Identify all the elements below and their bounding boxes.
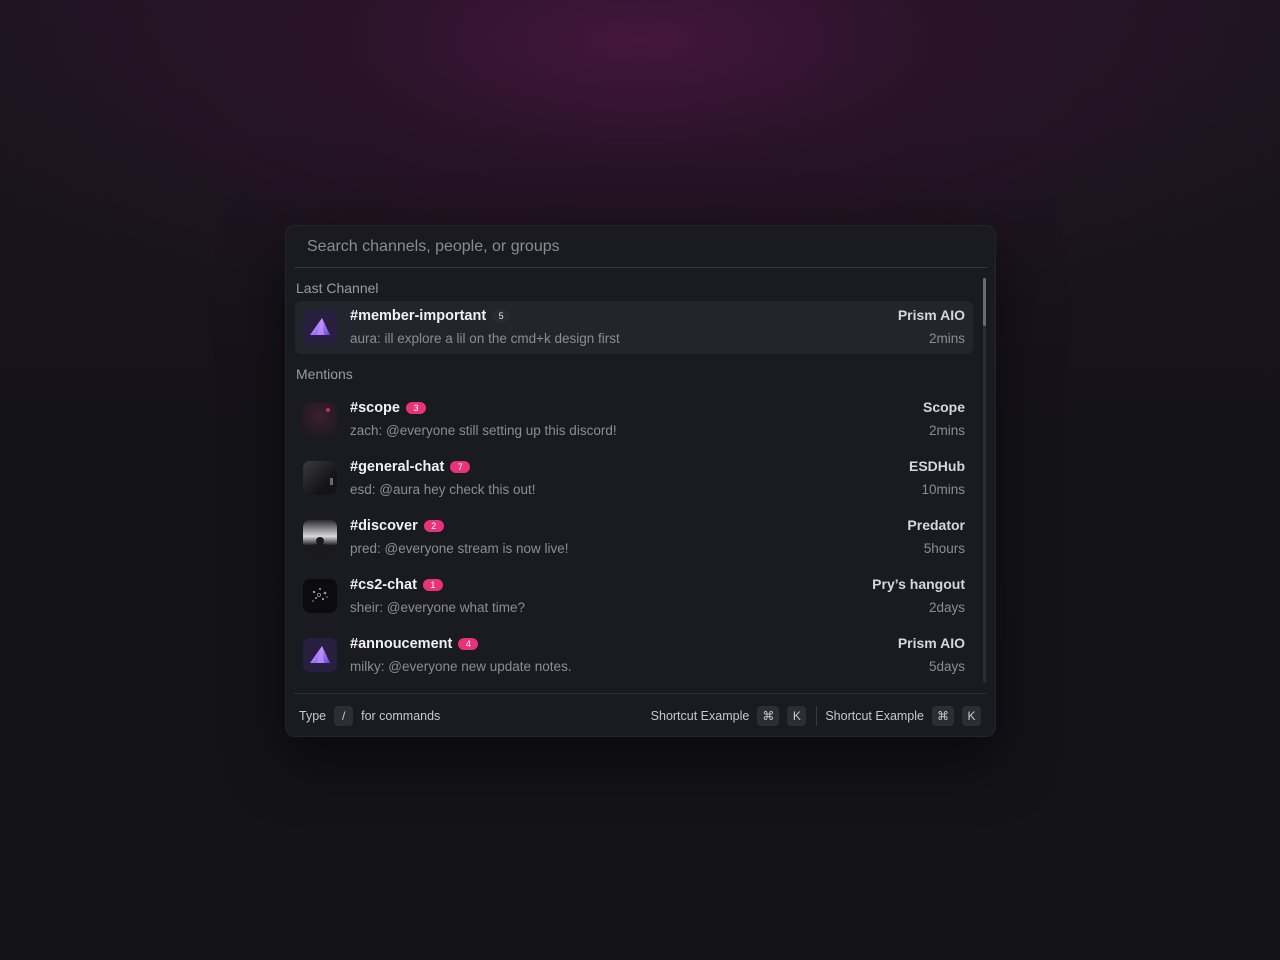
message-preview: aura: ill explore a lil on the cmd+k des… (350, 331, 620, 346)
channel-title: #discover 2 (350, 517, 444, 535)
k-key: K (962, 705, 981, 726)
server-name: Prism AIO (897, 635, 965, 651)
timestamp: 10mins (921, 482, 965, 497)
section-label-mentions: Mentions (296, 366, 353, 382)
search-bar (294, 226, 987, 268)
command-palette: Last Channel #member-important5 aura: il… (285, 225, 996, 737)
message-preview: pred: @everyone stream is now live! (350, 541, 569, 556)
timestamp: 2days (928, 600, 965, 615)
type-label: Type (299, 708, 327, 723)
message-preview: esd: @aura hey check this out! (350, 482, 536, 497)
message-preview: zach: @everyone still setting up this di… (350, 423, 617, 438)
list-item-mention[interactable]: #discover 2 pred: @everyone stream is now… (295, 511, 973, 564)
list-item-mention[interactable]: #general-chat 7 esd: @aura hey check this… (295, 452, 973, 505)
channel-title: #annoucement 4 (350, 635, 479, 653)
channel-title: #scope 3 (350, 399, 426, 417)
scrollbar[interactable] (983, 278, 986, 683)
command-key-icon: ⌘ (932, 705, 954, 726)
commands-label: for commands (361, 708, 441, 723)
timestamp: 5days (928, 659, 965, 674)
results-list: Last Channel #member-important 5 aura: il… (295, 276, 973, 688)
channel-title: #general-chat 7 (350, 458, 471, 476)
search-input[interactable] (294, 226, 987, 268)
prism-logo-icon (303, 310, 337, 344)
command-hint: Type / for commands (294, 705, 441, 726)
section-label-last-channel: Last Channel (296, 280, 379, 296)
server-name: Scope (922, 399, 965, 415)
channel-title: #cs2-chat 1 (350, 576, 443, 594)
footer-bar: Type / for commands Shortcut Example ⌘ K… (294, 693, 987, 736)
list-item-last-channel[interactable]: #member-important 5 aura: ill explore a l… (295, 301, 973, 354)
unread-badge: 7 (450, 461, 471, 473)
esdhub-logo-icon (303, 461, 337, 495)
scope-logo-icon (303, 402, 337, 436)
shortcut-label: Shortcut Example (825, 708, 924, 723)
server-name: Predator (907, 517, 965, 533)
server-name: ESDHub (909, 458, 965, 474)
unread-badge: 1 (422, 579, 443, 591)
message-preview: sheir: @everyone what time? (350, 600, 526, 615)
server-name: Prism AIO (897, 307, 965, 323)
k-key: K (787, 705, 807, 726)
shortcut-label: Shortcut Example (650, 708, 750, 723)
unread-badge: 3 (405, 402, 426, 414)
shortcut-hints: Shortcut Example ⌘ K Shortcut Example ⌘ … (650, 705, 987, 726)
scrollbar-thumb[interactable] (983, 278, 986, 326)
predator-logo-icon (303, 520, 337, 554)
timestamp: 2mins (928, 331, 965, 346)
timestamp: 5hours (923, 541, 965, 556)
list-item-mention[interactable]: #scope 3 zach: @everyone still setting up… (295, 393, 973, 446)
timestamp: 2mins (928, 423, 965, 438)
list-item-mention[interactable]: #annoucement 4 milky: @everyone new updat… (295, 629, 973, 682)
prism-logo-icon (303, 638, 337, 672)
message-preview: milky: @everyone new update notes. (350, 659, 572, 674)
list-item-mention[interactable]: #cs2-chat 1 sheir: @everyone what time? P… (295, 570, 973, 623)
channel-title: #member-important 5 (350, 307, 511, 325)
unread-badge: 4 (458, 638, 479, 650)
command-key-icon: ⌘ (757, 705, 780, 726)
divider (816, 705, 818, 726)
slash-key: / (334, 705, 354, 726)
unread-badge: 5 (492, 310, 511, 322)
unread-badge: 2 (423, 520, 444, 532)
pry-logo-icon (303, 579, 337, 613)
server-name: Pry’s hangout (872, 576, 965, 592)
